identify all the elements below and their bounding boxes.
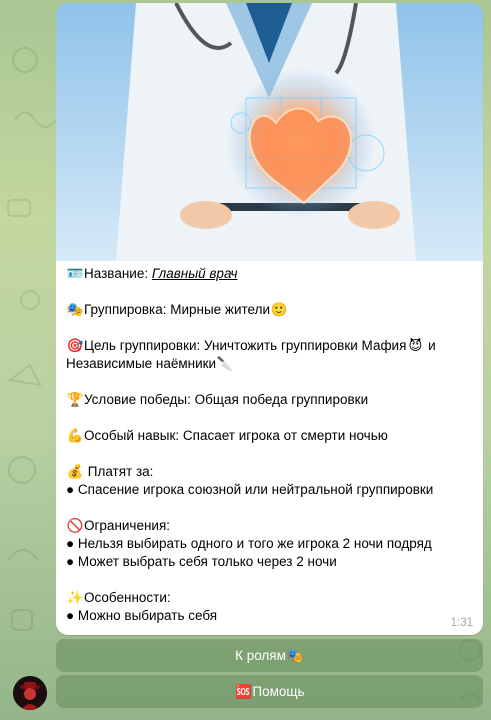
list-item: ● Можно выбирать себя [66, 608, 218, 623]
roles-button-label: К ролям [235, 648, 286, 663]
theater-masks-icon: 🎭 [286, 647, 304, 663]
sos-icon: 🆘 [235, 683, 252, 699]
role-name-link[interactable]: Главный врач [152, 266, 238, 281]
message-bubble: 🪪Название: Главный врач 🎭Группировка: Ми… [56, 3, 483, 635]
faction-line: 🎭Группировка: Мирные жители🙂 [66, 302, 288, 317]
paid-header: 💰 Платят за: [66, 464, 154, 479]
list-item: ● Спасение игрока союзной или нейтрально… [66, 482, 434, 497]
no-entry-icon: 🚫 [66, 518, 84, 533]
avatar[interactable] [13, 676, 47, 710]
list-item: ● Может выбрать себя только через 2 ночи [66, 554, 337, 569]
limits-header: 🚫Ограничения: [66, 518, 171, 533]
win-condition-line: 🏆Условие победы: Общая победа группировк… [66, 392, 369, 407]
doctor-image[interactable] [56, 3, 483, 261]
features-header: ✨Особенности: [66, 590, 171, 605]
flexed-biceps-icon: 💪 [66, 428, 84, 443]
skill-line: 💪Особый навык: Спасает игрока от смерти … [66, 428, 388, 443]
dart-target-icon: 🎯 [66, 338, 84, 353]
id-card-icon: 🪪 [66, 266, 84, 281]
help-button[interactable]: 🆘 Помощь [56, 675, 483, 708]
message-time: 1:31 [450, 617, 473, 629]
help-button-label: Помощь [252, 684, 305, 699]
knife-icon: 🔪 [216, 356, 234, 371]
goal-line: 🎯Цель группировки: Уничтожить группировк… [66, 338, 436, 353]
smiling-devil-icon: 😈 [408, 338, 423, 353]
goal-line-2: Независимые наёмники🔪 [66, 356, 234, 371]
slightly-smiling-face-icon: 🙂 [270, 302, 288, 317]
roles-button[interactable]: К ролям 🎭 [56, 639, 483, 672]
trophy-icon: 🏆 [66, 392, 84, 407]
role-name-line: 🪪Название: Главный врач [66, 266, 238, 281]
list-item: ● Нельзя выбирать одного и того же игрок… [66, 536, 432, 551]
sparkles-icon: ✨ [66, 590, 84, 605]
money-bag-icon: 💰 [66, 464, 84, 479]
theater-masks-icon: 🎭 [66, 302, 84, 317]
message-text: 🪪Название: Главный врач 🎭Группировка: Ми… [66, 265, 476, 625]
